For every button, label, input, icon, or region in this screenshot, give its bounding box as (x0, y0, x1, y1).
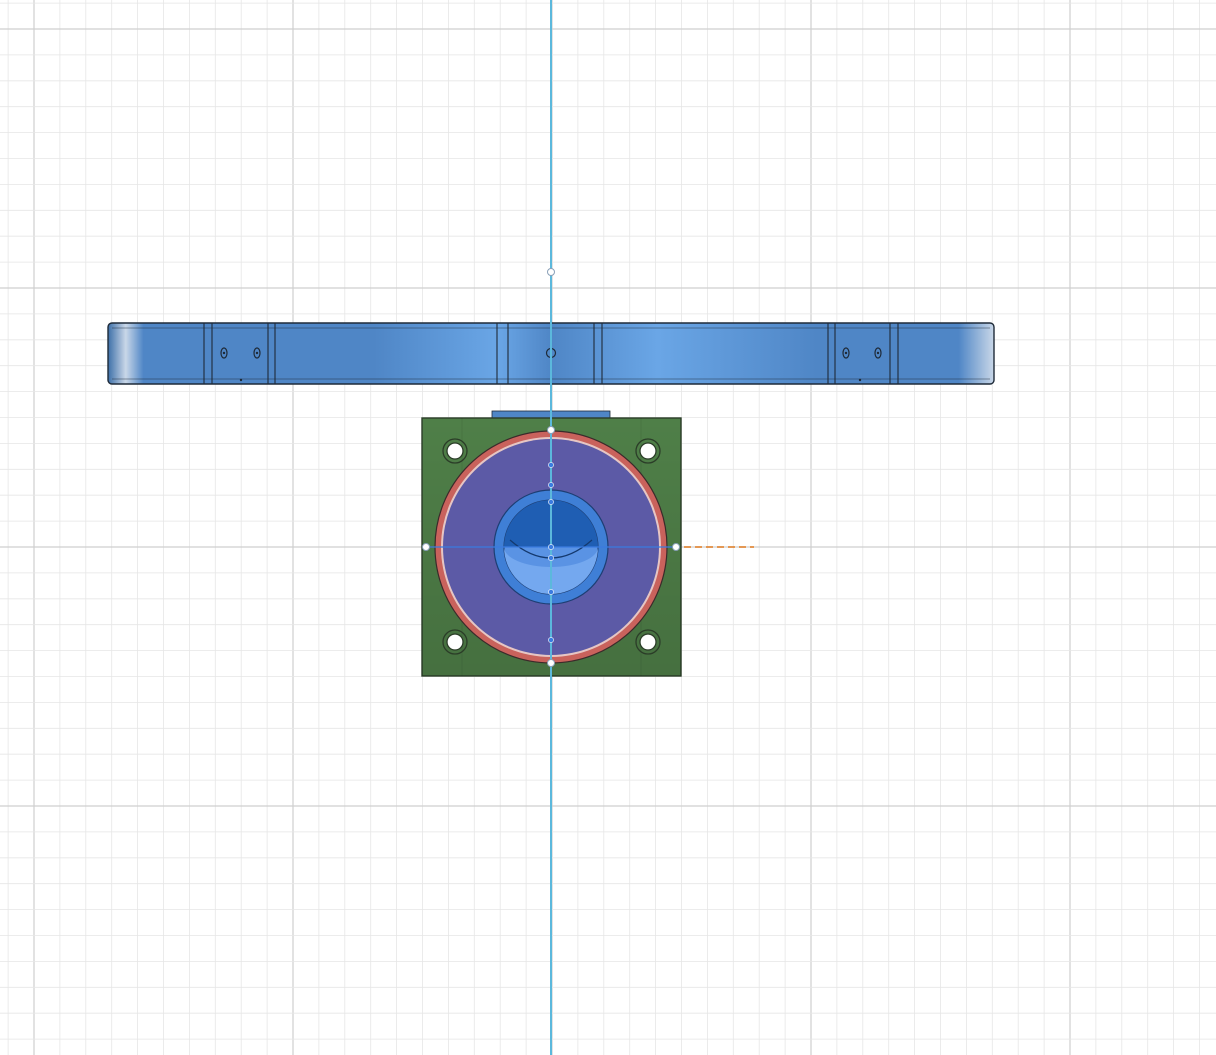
cad-viewport[interactable] (0, 0, 1216, 1055)
sketch-point[interactable] (547, 426, 555, 434)
sketch-point[interactable] (672, 543, 680, 551)
sketch-point-blue[interactable] (548, 544, 554, 550)
bar-bolt-hole-center (844, 351, 848, 355)
sketch-point[interactable] (547, 268, 555, 276)
sketch-point-blue[interactable] (548, 555, 554, 561)
sketch-point-blue[interactable] (548, 482, 554, 488)
sketch-point[interactable] (422, 543, 430, 551)
sketch-point-blue[interactable] (548, 589, 554, 595)
mount-screw-hole[interactable] (446, 442, 464, 460)
sketch-point[interactable] (547, 659, 555, 667)
sketch-point-blue[interactable] (548, 499, 554, 505)
bar-small-mark (239, 378, 243, 382)
bar-small-mark (858, 378, 862, 382)
bar-bolt-hole-center (255, 351, 259, 355)
bar-bolt-hole-center (222, 351, 226, 355)
sketch-point-blue[interactable] (548, 462, 554, 468)
mount-screw-hole[interactable] (639, 442, 657, 460)
bar-bolt-hole-center (876, 351, 880, 355)
mount-screw-hole[interactable] (639, 633, 657, 651)
sketch-point-blue[interactable] (548, 637, 554, 643)
mount-screw-hole[interactable] (446, 633, 464, 651)
model-canvas[interactable] (0, 0, 1216, 1055)
